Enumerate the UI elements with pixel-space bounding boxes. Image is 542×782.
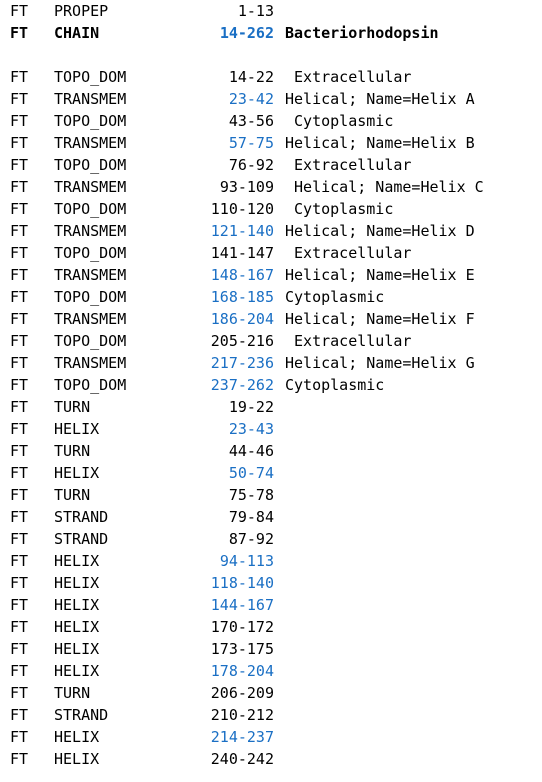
feature-range[interactable]: 50-74 <box>0 462 274 484</box>
table-row[interactable]: FT TRANSMEM 217-236 Helical; Name=Helix G <box>0 352 542 374</box>
feature-range[interactable]: 205-216 <box>0 330 274 352</box>
feature-description: Bacteriorhodopsin <box>285 24 439 42</box>
table-row[interactable]: FT HELIX 144-167 <box>0 594 542 616</box>
table-row[interactable]: FT TOPO_DOM 168-185 Cytoplasmic <box>0 286 542 308</box>
feature-range[interactable]: 237-262 <box>0 374 274 396</box>
feature-description: Extracellular <box>285 156 412 174</box>
table-row[interactable]: FT HELIX 170-172 <box>0 616 542 638</box>
feature-description: Cytoplasmic <box>285 376 385 394</box>
table-row[interactable]: FT STRAND 79-84 <box>0 506 542 528</box>
feature-description: Helical; Name=Helix E <box>285 266 475 284</box>
feature-range[interactable]: 19-22 <box>0 396 274 418</box>
table-row[interactable]: FT TRANSMEM 93-109 Helical; Name=Helix C <box>0 176 542 198</box>
table-row[interactable]: FT TOPO_DOM 110-120 Cytoplasmic <box>0 198 542 220</box>
table-row[interactable]: FT TRANSMEM 148-167 Helical; Name=Helix E <box>0 264 542 286</box>
feature-range[interactable]: 214-237 <box>0 726 274 748</box>
feature-range[interactable]: 79-84 <box>0 506 274 528</box>
table-row[interactable]: FT HELIX 240-242 <box>0 748 542 770</box>
table-row[interactable]: FT HELIX 94-113 <box>0 550 542 572</box>
feature-range[interactable]: 75-78 <box>0 484 274 506</box>
feature-description: Helical; Name=Helix B <box>285 134 475 152</box>
feature-range[interactable]: 217-236 <box>0 352 274 374</box>
feature-range[interactable]: 173-175 <box>0 638 274 660</box>
feature-table: FT PROPEP 1-13 FT CHAIN 14-262 Bacteriorhodops… <box>0 0 542 782</box>
table-row[interactable]: FT PROPEP 1-13 <box>0 0 542 22</box>
table-row[interactable]: FT TOPO_DOM 141-147 Extracellular <box>0 242 542 264</box>
table-row[interactable]: FT TOPO_DOM 43-56 Cytoplasmic <box>0 110 542 132</box>
feature-range[interactable]: 118-140 <box>0 572 274 594</box>
table-row[interactable]: FT TOPO_DOM 205-216 Extracellular <box>0 330 542 352</box>
feature-range[interactable]: 110-120 <box>0 198 274 220</box>
feature-range[interactable]: 168-185 <box>0 286 274 308</box>
table-row[interactable]: FT TRANSMEM 121-140 Helical; Name=Helix D <box>0 220 542 242</box>
feature-range[interactable]: 23-43 <box>0 418 274 440</box>
feature-range[interactable]: 57-75 <box>0 132 274 154</box>
table-row[interactable]: FT TURN 75-78 <box>0 484 542 506</box>
feature-range[interactable]: 170-172 <box>0 616 274 638</box>
table-row[interactable]: FT TOPO_DOM 237-262 Cytoplasmic <box>0 374 542 396</box>
table-row[interactable]: FT TRANSMEM 186-204 Helical; Name=Helix F <box>0 308 542 330</box>
table-row[interactable]: FT TOPO_DOM 14-22 Extracellular <box>0 66 542 88</box>
feature-range[interactable]: 14-262 <box>0 22 274 44</box>
table-row[interactable]: FT TOPO_DOM 76-92 Extracellular <box>0 154 542 176</box>
feature-range[interactable]: 141-147 <box>0 242 274 264</box>
feature-description: Extracellular <box>285 332 412 350</box>
table-row[interactable]: FT HELIX 173-175 <box>0 638 542 660</box>
feature-range[interactable]: 186-204 <box>0 308 274 330</box>
table-row[interactable]: FT HELIX 178-204 <box>0 660 542 682</box>
feature-description: Cytoplasmic <box>285 112 394 130</box>
feature-range[interactable]: 148-167 <box>0 264 274 286</box>
feature-range[interactable]: 93-109 <box>0 176 274 198</box>
feature-range[interactable]: 23-42 <box>0 88 274 110</box>
feature-description: Helical; Name=Helix G <box>285 354 475 372</box>
table-row[interactable]: FT TURN 206-209 <box>0 682 542 704</box>
feature-range[interactable]: 44-46 <box>0 440 274 462</box>
table-row[interactable]: FT TURN 44-46 <box>0 440 542 462</box>
feature-description: Helical; Name=Helix F <box>285 310 475 328</box>
feature-range[interactable]: 14-22 <box>0 66 274 88</box>
table-row[interactable]: FT STRAND 87-92 <box>0 528 542 550</box>
feature-range[interactable]: 210-212 <box>0 704 274 726</box>
table-row[interactable]: FT STRAND 210-212 <box>0 704 542 726</box>
feature-range[interactable]: 144-167 <box>0 594 274 616</box>
feature-description: Extracellular <box>285 68 412 86</box>
feature-range[interactable]: 206-209 <box>0 682 274 704</box>
table-row[interactable]: FT TRANSMEM 57-75 Helical; Name=Helix B <box>0 132 542 154</box>
table-row[interactable]: FT HELIX 118-140 <box>0 572 542 594</box>
feature-range[interactable]: 240-242 <box>0 748 274 770</box>
feature-range[interactable]: 87-92 <box>0 528 274 550</box>
table-row[interactable]: FT HELIX 214-237 <box>0 726 542 748</box>
table-row[interactable]: FT CHAIN 14-262 Bacteriorhodopsin <box>0 22 542 44</box>
feature-description: Helical; Name=Helix D <box>285 222 475 240</box>
feature-range[interactable]: 121-140 <box>0 220 274 242</box>
feature-description: Helical; Name=Helix C <box>285 178 484 196</box>
feature-description: Cytoplasmic <box>285 288 385 306</box>
feature-description: Helical; Name=Helix A <box>285 90 475 108</box>
feature-range[interactable]: 178-204 <box>0 660 274 682</box>
table-row[interactable]: FT TURN 19-22 <box>0 396 542 418</box>
feature-range[interactable]: 94-113 <box>0 550 274 572</box>
table-row[interactable]: FT HELIX 50-74 <box>0 462 542 484</box>
feature-range[interactable]: 43-56 <box>0 110 274 132</box>
table-row[interactable]: FT HELIX 23-43 <box>0 418 542 440</box>
feature-range[interactable]: 76-92 <box>0 154 274 176</box>
feature-range[interactable]: 1-13 <box>0 0 274 22</box>
feature-description: Extracellular <box>285 244 412 262</box>
table-row[interactable]: FT TRANSMEM 23-42 Helical; Name=Helix A <box>0 88 542 110</box>
feature-description: Cytoplasmic <box>285 200 394 218</box>
row-spacer <box>0 44 542 66</box>
